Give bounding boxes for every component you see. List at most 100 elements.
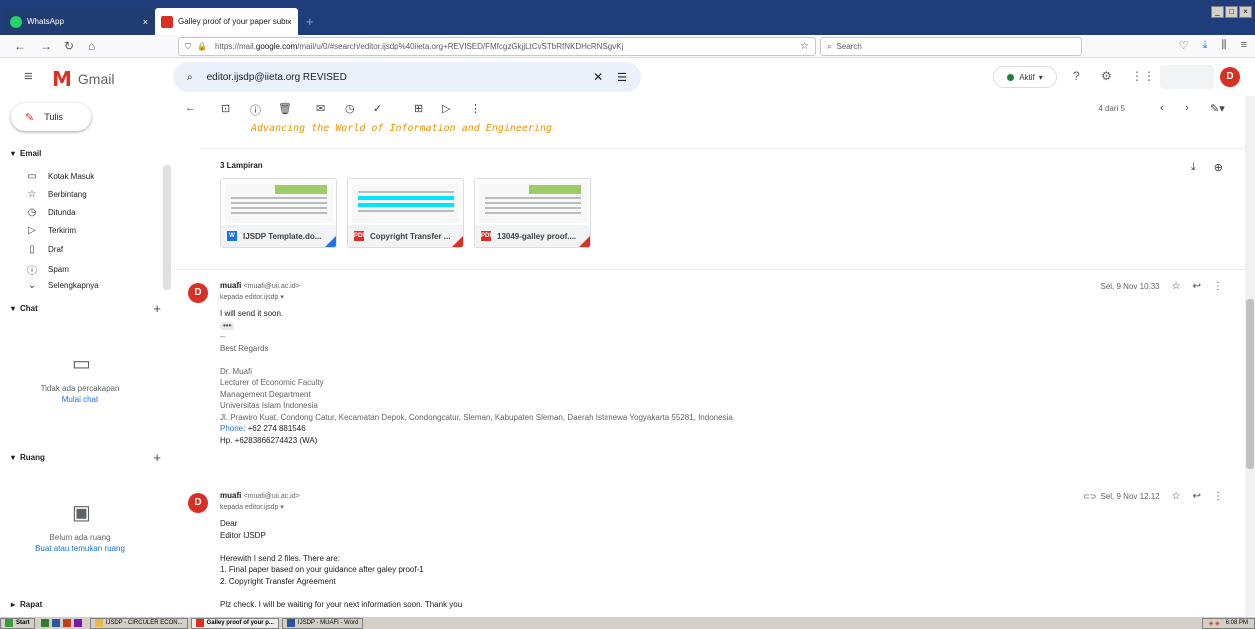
pocket-icon[interactable]: ♡ — [1179, 39, 1189, 52]
mark-unread-icon[interactable]: ✉ — [316, 102, 325, 115]
forward-icon[interactable]: → — [40, 39, 52, 53]
sender-email: <muafi@uii.ac.id> — [243, 283, 300, 290]
taskbar-item-browser[interactable]: Galley proof of your p... — [190, 617, 279, 629]
reload-icon[interactable]: ↻ — [64, 39, 74, 53]
sidebar-item-more[interactable]: ⌄ Selengkapnya — [26, 280, 99, 291]
show-trimmed-button[interactable]: ••• — [220, 321, 235, 330]
close-window-button[interactable]: × — [1239, 6, 1252, 18]
move-to-icon[interactable]: ⊞ — [414, 102, 423, 115]
reply-icon[interactable]: ↩ — [1193, 281, 1201, 292]
status-button[interactable]: Aktif ▾ — [993, 66, 1057, 88]
space-section-header[interactable]: ▾ Ruang + — [11, 450, 161, 465]
tab-gmail[interactable]: Galley proof of your paper submi × — [155, 8, 298, 35]
library-icon[interactable]: ⫼ — [1222, 39, 1227, 52]
account-switcher[interactable] — [1160, 65, 1214, 89]
tray-icons[interactable]: ◈ ◈ — [1209, 620, 1220, 627]
close-tab-icon[interactable]: × — [287, 17, 292, 27]
chat-empty-text: Tidak ada percakapan — [40, 384, 120, 393]
url-bar[interactable]: ⛉ 🔒 https://mail. google.com/mail/u/0/#se… — [178, 37, 816, 56]
close-tab-icon[interactable]: × — [143, 17, 148, 27]
settings-icon[interactable]: ⚙ — [1101, 69, 1112, 83]
add-chat-icon[interactable]: + — [153, 301, 161, 316]
menu-icon[interactable]: ≡ — [1241, 39, 1247, 52]
sidebar-item-sent[interactable]: ▷ Terkirim — [26, 225, 76, 236]
delete-icon[interactable]: 🗑 — [278, 102, 292, 115]
add-task-icon[interactable]: ✓ — [373, 102, 382, 115]
attachment-card[interactable]: W IJSDP Template.do... — [220, 178, 337, 248]
attachment-card[interactable]: PDF Copyright Transfer ... — [347, 178, 464, 248]
tab-whatsapp[interactable]: WhatsApp × — [4, 8, 154, 35]
newer-icon[interactable]: ‹ — [1160, 102, 1164, 114]
input-tools-icon[interactable]: ✎▾ — [1210, 102, 1225, 115]
star-icon[interactable]: ☆ — [1172, 491, 1181, 502]
sender[interactable]: muafi <muafi@uii.ac.id> — [220, 491, 300, 500]
sender[interactable]: muafi <muafi@uii.ac.id> — [220, 281, 300, 290]
add-space-icon[interactable]: + — [153, 450, 161, 465]
section-label: Rapat — [20, 600, 43, 609]
star-icon[interactable]: ☆ — [1172, 281, 1181, 292]
sidebar-item-starred[interactable]: ☆ Berbintang — [26, 189, 87, 200]
avatar[interactable]: D — [188, 493, 208, 513]
section-label: Chat — [20, 304, 38, 313]
search-input[interactable]: editor.ijsdp@iieta.org REVISED — [207, 72, 593, 83]
sidebar-item-label: Spam — [48, 265, 69, 274]
download-all-icon[interactable]: ⤓ — [1191, 161, 1196, 174]
compose-button[interactable]: ✎ Tulis — [11, 103, 91, 131]
report-spam-icon[interactable]: ⓘ — [250, 102, 261, 118]
add-to-drive-icon[interactable]: ⊕ — [1214, 161, 1223, 174]
download-icon[interactable]: ⤓ — [1203, 39, 1208, 52]
archive-icon[interactable]: ⊡ — [221, 102, 230, 115]
recipient-toggle[interactable]: kepada editor.ijsdp ▾ — [220, 503, 284, 511]
email-section-header[interactable]: ▾ Email — [11, 149, 161, 158]
avatar[interactable]: D — [188, 283, 208, 303]
label-icon[interactable]: ▷ — [442, 102, 450, 115]
more-options-icon[interactable]: ⋮ — [1213, 491, 1223, 502]
back-icon[interactable]: ← — [14, 39, 26, 53]
signature-line: Jl. Prawiro Kuat, Condong Catur, Kecamat… — [220, 412, 733, 422]
older-icon[interactable]: › — [1185, 102, 1189, 114]
minimize-button[interactable]: _ — [1211, 6, 1224, 18]
meet-section-header[interactable]: ▸ Rapat — [11, 600, 161, 609]
signature-line: Management Department — [220, 389, 311, 399]
body-line: 2. Copyright Transfer Agreement — [220, 576, 336, 586]
chat-section-header[interactable]: ▾ Chat + — [11, 301, 161, 316]
sidebar-item-snoozed[interactable]: ◷ Ditunda — [26, 207, 76, 218]
apps-grid-icon[interactable]: ⋮⋮ — [1131, 69, 1155, 83]
back-to-list-icon[interactable]: ← — [185, 102, 196, 114]
attachment-corner — [579, 236, 590, 247]
sidebar-item-inbox[interactable]: ▭ Kotak Masuk — [26, 171, 94, 182]
more-options-icon[interactable]: ⋮ — [470, 102, 481, 115]
start-chat-link[interactable]: Mulai chat — [0, 395, 160, 404]
maximize-button[interactable]: □ — [1225, 6, 1238, 18]
start-button[interactable]: Start — [0, 617, 35, 629]
more-options-icon[interactable]: ⋮ — [1213, 281, 1223, 292]
home-icon[interactable]: ⌂ — [88, 39, 95, 53]
taskbar-item-folder[interactable]: IJSDP - CIRCULER ECON... — [89, 617, 188, 629]
sidebar-scrollbar[interactable] — [163, 165, 171, 290]
taskbar-item-word[interactable]: IJSDP - MUAFI - Word — [281, 617, 364, 629]
quick-launch-icons[interactable] — [38, 618, 88, 629]
scrollbar-thumb[interactable] — [1246, 299, 1254, 469]
mail-search-bar[interactable]: ⌕ editor.ijsdp@iieta.org REVISED ✕ ☰ — [173, 62, 641, 92]
signature-line: Best Regards — [220, 343, 269, 353]
recipient-toggle[interactable]: kepada editor.ijsdp ▾ — [220, 293, 284, 301]
browser-search-box[interactable]: ⌕ Search — [820, 37, 1082, 56]
new-tab-button[interactable]: + — [306, 14, 314, 29]
search-icon[interactable]: ⌕ — [187, 72, 193, 83]
snooze-icon[interactable]: ◷ — [345, 102, 355, 115]
bookmark-star-icon[interactable]: ☆ — [800, 41, 809, 52]
avatar[interactable]: D — [1220, 67, 1240, 87]
search-options-icon[interactable]: ☰ — [617, 71, 627, 84]
attachment-footer: PDF Copyright Transfer ... — [348, 225, 463, 247]
phone-link[interactable]: Phone — [220, 424, 243, 433]
sidebar-item-spam[interactable]: ⓘ Spam — [26, 262, 69, 277]
attachment-card[interactable]: PDF 13049-galley proof.... — [474, 178, 591, 248]
main-menu-icon[interactable]: ≡ — [24, 68, 33, 85]
sidebar-item-drafts[interactable]: ▯ Draf — [26, 244, 63, 255]
gmail-logo[interactable]: M Gmail — [52, 67, 114, 91]
reply-icon[interactable]: ↩ — [1193, 491, 1201, 502]
help-icon[interactable]: ? — [1073, 69, 1080, 83]
message-scrollbar[interactable] — [1245, 96, 1255, 616]
find-space-link[interactable]: Buat atau temukan ruang — [0, 544, 160, 553]
clear-search-icon[interactable]: ✕ — [593, 70, 603, 84]
